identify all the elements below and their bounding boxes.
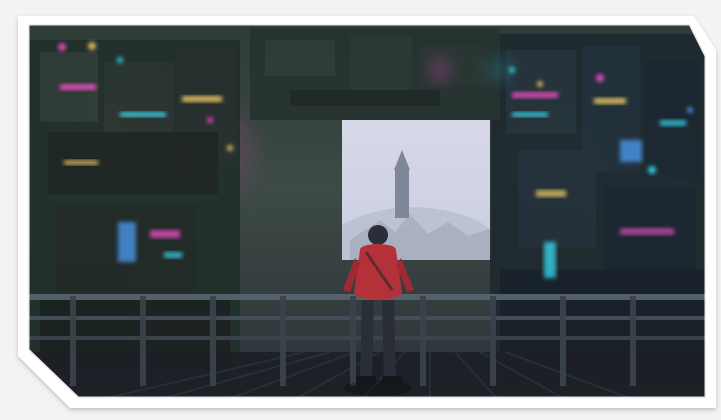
church-tower xyxy=(395,170,409,218)
right-buildings xyxy=(490,34,706,384)
overhead-structures xyxy=(250,28,520,120)
left-buildings xyxy=(30,40,240,370)
scene-svg xyxy=(0,0,721,420)
scene xyxy=(28,24,706,398)
framed-illustration xyxy=(0,0,721,420)
